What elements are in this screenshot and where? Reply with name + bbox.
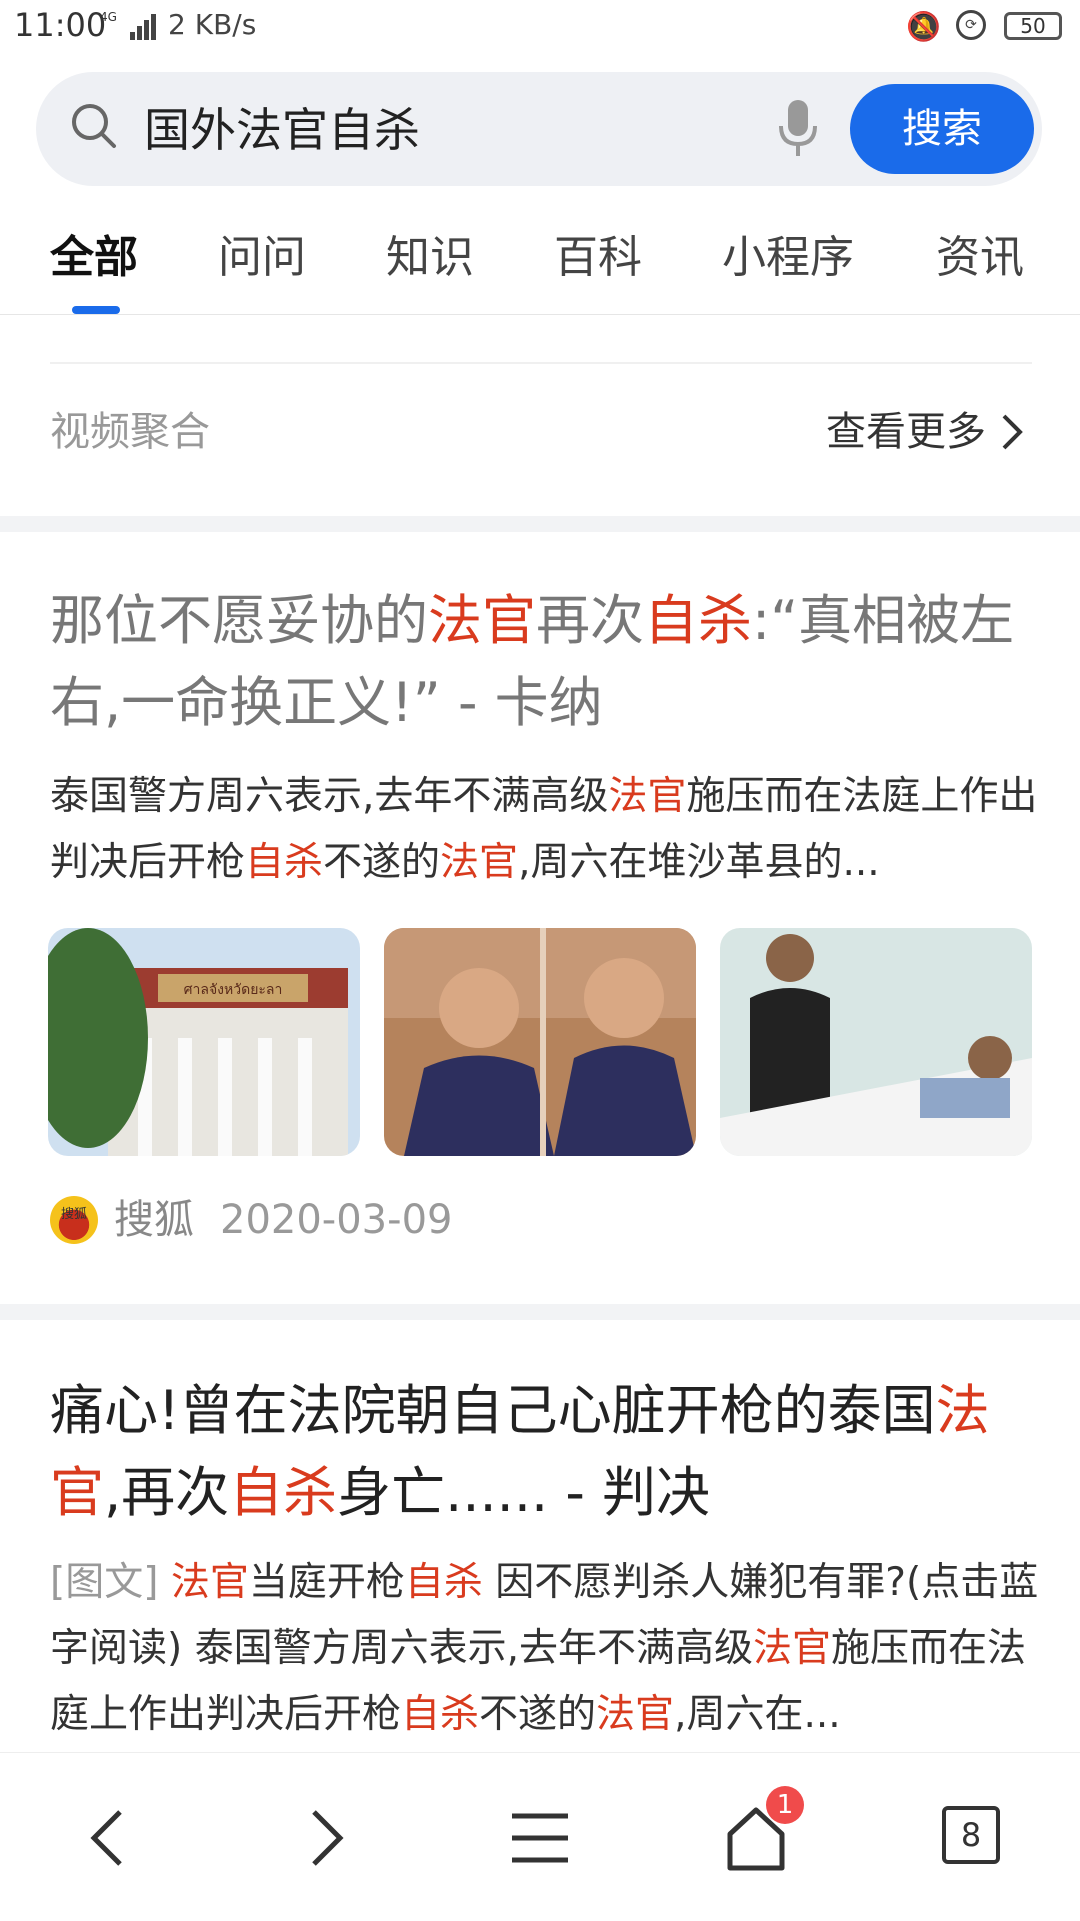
section-gap bbox=[0, 1304, 1080, 1320]
source-logo: 搜狐 bbox=[50, 1196, 98, 1244]
back-icon[interactable] bbox=[72, 1802, 144, 1874]
result-thumbnail-courthouse[interactable]: ศาลจังหวัดยะลา bbox=[48, 928, 360, 1156]
network-speed: 2 KB/s bbox=[168, 8, 257, 41]
tabs-count-button[interactable]: 8 bbox=[942, 1806, 1000, 1864]
network-type: 4G bbox=[100, 10, 117, 24]
forward-icon[interactable] bbox=[290, 1802, 362, 1874]
result-date: 2020-03-09 bbox=[220, 1197, 453, 1243]
search-button[interactable]: 搜索 bbox=[850, 84, 1034, 174]
mute-icon: 🔕 bbox=[906, 10, 941, 43]
result-snippet: [图文] 法官当庭开枪自杀 因不愿判杀人嫌犯有罪?(点击蓝字阅读) 泰国警方周六… bbox=[50, 1560, 1039, 1737]
tab-baike[interactable]: 百科 bbox=[554, 228, 642, 288]
battery-icon: 50 bbox=[1004, 12, 1062, 40]
see-more-link[interactable]: 查看更多 bbox=[826, 404, 986, 460]
result-thumbnail-judge[interactable] bbox=[384, 928, 696, 1156]
tab-all[interactable]: 全部 bbox=[50, 228, 138, 288]
section-gap bbox=[0, 516, 1080, 532]
rotation-lock-icon: ⟳ bbox=[956, 10, 986, 40]
menu-icon[interactable] bbox=[504, 1802, 576, 1874]
tab-active-indicator bbox=[72, 306, 120, 314]
status-bar: 11:00 4G 2 KB/s 🔕 ⟳ 50 bbox=[0, 0, 1080, 60]
result-snippet: 泰国警方周六表示,去年不满高级法官施压而在法庭上作出判决后开枪自杀不遂的法官,周… bbox=[50, 774, 1038, 885]
video-aggregate-title: 视频聚合 bbox=[50, 409, 210, 455]
result-source: 搜狐 bbox=[114, 1197, 194, 1243]
tab-mini-program[interactable]: 小程序 bbox=[722, 228, 854, 288]
image-text-tag: [图文] bbox=[50, 1560, 159, 1605]
result-title[interactable]: 那位不愿妥协的法官再次自杀:“真相被左右,一命换正义!” - 卡纳 bbox=[50, 580, 1040, 744]
chevron-right-icon[interactable] bbox=[1000, 410, 1024, 454]
tab-knowledge[interactable]: 知识 bbox=[386, 228, 474, 288]
divider bbox=[0, 314, 1080, 315]
result-title[interactable]: 痛心!曾在法院朝自己心脏开枪的泰国法官,再次自杀身亡...... - 判决 bbox=[50, 1370, 1040, 1534]
divider bbox=[50, 362, 1032, 364]
tab-news[interactable]: 资讯 bbox=[936, 228, 1024, 288]
notification-badge: 1 bbox=[766, 1786, 804, 1824]
svg-text:搜狐: 搜狐 bbox=[61, 1207, 87, 1222]
microphone-icon[interactable] bbox=[776, 98, 820, 160]
svg-text:ศาลจังหวัดยะลา: ศาลจังหวัดยะลา bbox=[184, 982, 283, 998]
tab-wenwen[interactable]: 问问 bbox=[218, 228, 306, 288]
signal-icon bbox=[130, 14, 160, 40]
search-icon bbox=[72, 104, 116, 148]
clock: 11:00 bbox=[14, 6, 107, 44]
result-thumbnail-hospital[interactable] bbox=[720, 928, 1032, 1156]
search-input[interactable]: 国外法官自杀 bbox=[144, 100, 420, 160]
